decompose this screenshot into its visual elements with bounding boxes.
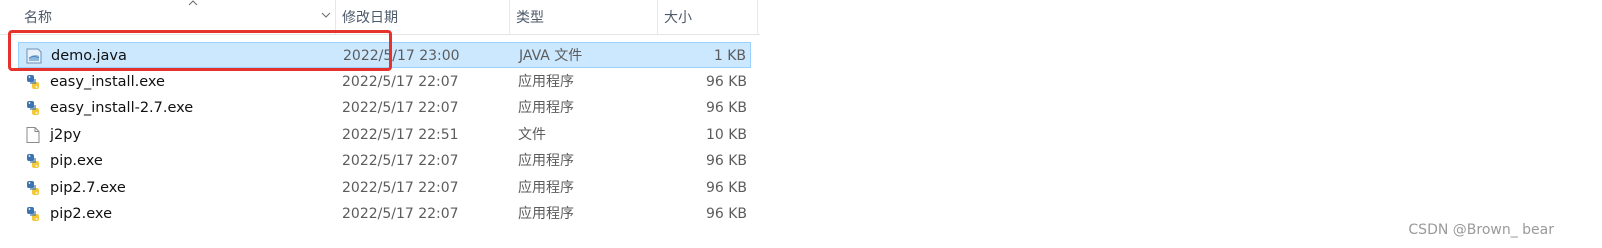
file-type: 应用程序 xyxy=(518,73,574,90)
file-name: pip2.exe xyxy=(50,206,112,222)
column-header-date[interactable]: 修改日期 xyxy=(336,0,510,34)
file-size: 96 KB xyxy=(705,153,747,169)
file-name: j2py xyxy=(50,126,82,143)
file-type: 应用程序 xyxy=(518,100,574,116)
file-row[interactable]: j2py 2022/5/17 22:51 文件 10 KB xyxy=(18,122,751,148)
file-date: 2022/5/17 22:51 xyxy=(342,126,459,143)
file-type: JAVA 文件 xyxy=(519,48,583,64)
python-exe-icon xyxy=(24,73,42,91)
python-exe-icon xyxy=(24,179,42,197)
column-header-type-label: 类型 xyxy=(516,10,544,26)
file-name: pip.exe xyxy=(50,153,103,169)
file-date: 2022/5/17 23:00 xyxy=(343,48,460,64)
file-row[interactable]: demo.java 2022/5/17 23:00 JAVA 文件 1 KB xyxy=(18,42,751,68)
file-name: demo.java xyxy=(51,48,127,64)
file-date: 2022/5/17 22:07 xyxy=(342,73,459,90)
chevron-down-icon[interactable] xyxy=(319,10,333,24)
file-row[interactable]: pip2.exe 2022/5/17 22:07 应用程序 96 KB xyxy=(18,201,751,227)
file-size: 96 KB xyxy=(705,206,747,222)
file-date: 2022/5/17 22:07 xyxy=(342,206,459,222)
column-header-name[interactable]: 名称 xyxy=(18,0,336,34)
file-size: 1 KB xyxy=(713,48,746,64)
python-exe-icon xyxy=(24,99,42,117)
file-date: 2022/5/17 22:07 xyxy=(342,100,459,116)
file-type: 文件 xyxy=(518,126,546,143)
column-header-bar: 名称 修改日期 类型 大小 xyxy=(0,0,760,35)
java-file-icon xyxy=(25,47,43,65)
column-header-date-label: 修改日期 xyxy=(342,10,398,26)
sort-ascending-icon xyxy=(188,0,198,6)
blank-file-icon xyxy=(24,126,42,144)
column-header-name-label: 名称 xyxy=(24,10,52,26)
python-exe-icon xyxy=(24,152,42,170)
file-row[interactable]: pip2.7.exe 2022/5/17 22:07 应用程序 96 KB xyxy=(18,175,751,201)
file-size: 10 KB xyxy=(705,126,747,143)
file-name: pip2.7.exe xyxy=(50,179,126,196)
file-row[interactable]: easy_install-2.7.exe 2022/5/17 22:07 应用程序 9… xyxy=(18,95,751,121)
column-header-size[interactable]: 大小 xyxy=(658,0,758,34)
file-type: 应用程序 xyxy=(518,153,574,169)
column-header-size-label: 大小 xyxy=(664,10,692,26)
file-size: 96 KB xyxy=(705,179,747,196)
file-type: 应用程序 xyxy=(518,179,574,196)
file-date: 2022/5/17 22:07 xyxy=(342,153,459,169)
file-row[interactable]: easy_install.exe 2022/5/17 22:07 应用程序 96 KB xyxy=(18,69,751,95)
file-date: 2022/5/17 22:07 xyxy=(342,179,459,196)
file-size: 96 KB xyxy=(705,100,747,116)
file-row[interactable]: pip.exe 2022/5/17 22:07 应用程序 96 KB xyxy=(18,148,751,174)
file-name: easy_install.exe xyxy=(50,73,165,90)
column-header-type[interactable]: 类型 xyxy=(510,0,658,34)
watermark: CSDN @Brown_ bear xyxy=(1408,222,1554,238)
file-name: easy_install-2.7.exe xyxy=(50,100,194,116)
python-exe-icon xyxy=(24,205,42,223)
file-size: 96 KB xyxy=(705,73,747,90)
file-type: 应用程序 xyxy=(518,206,574,222)
